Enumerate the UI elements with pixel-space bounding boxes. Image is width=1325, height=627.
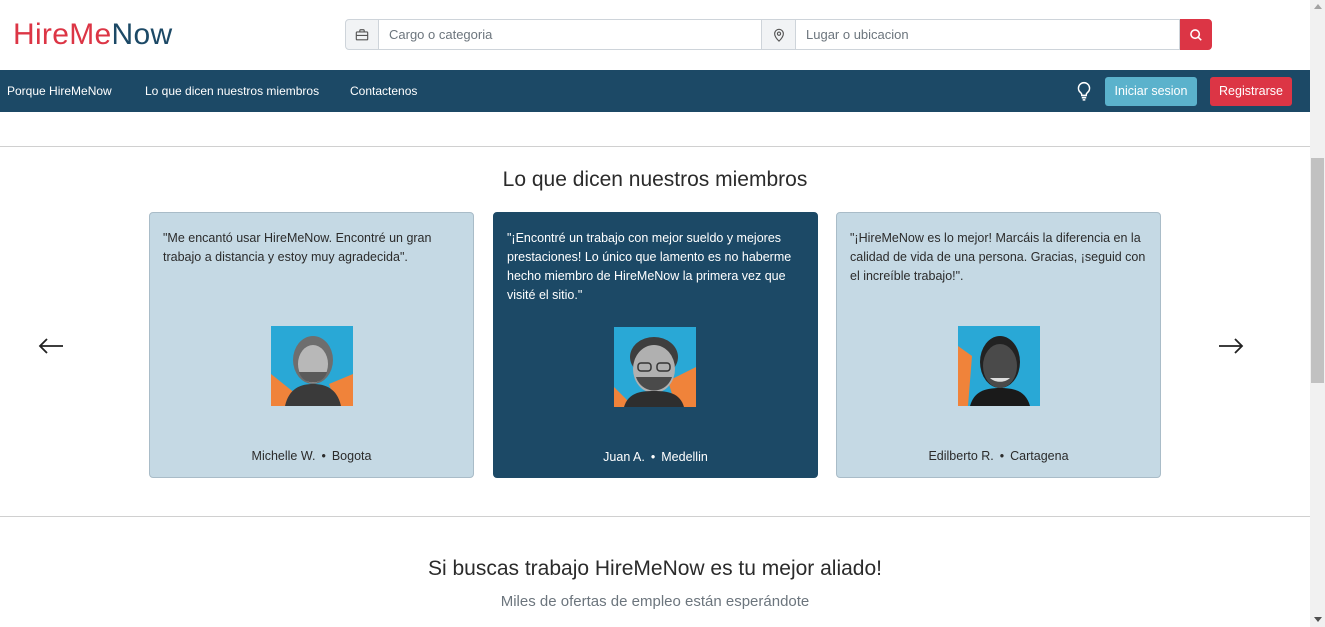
testimonial-quote: "Me encantó usar HireMeNow. Encontré un … xyxy=(163,231,432,264)
job-search-input[interactable] xyxy=(379,19,762,50)
avatar xyxy=(614,327,696,407)
scroll-down-arrow-icon[interactable] xyxy=(1314,617,1322,622)
arrow-left-icon[interactable] xyxy=(38,336,64,356)
separator-dot: • xyxy=(321,449,326,463)
search-icon xyxy=(1190,28,1202,41)
separator-dot: • xyxy=(650,450,656,464)
nav-item-contacto[interactable]: Contactenos xyxy=(350,70,417,112)
author-name: Michelle W. xyxy=(251,449,316,463)
logo-part-now: Now xyxy=(111,18,173,51)
author-name: Edilberto R. xyxy=(928,449,994,463)
cta-subtitle: Miles de ofertas de empleo están esperán… xyxy=(500,593,810,610)
testimonial-quote: "¡Encontré un trabajo con mejor sueldo y… xyxy=(507,231,792,302)
testimonial-card-active: "¡Encontré un trabajo con mejor sueldo y… xyxy=(493,212,818,478)
logo-part-me: Me xyxy=(69,18,112,51)
login-button[interactable]: Iniciar sesion xyxy=(1105,77,1197,106)
section-divider xyxy=(0,516,1310,517)
page-scrollbar[interactable] xyxy=(1310,0,1325,627)
testimonial-author: Michelle W. • Bogota xyxy=(150,449,473,463)
nav-item-testimonios[interactable]: Lo que dicen nuestros miembros xyxy=(145,70,319,112)
arrow-right-icon[interactable] xyxy=(1218,336,1244,356)
separator-dot: • xyxy=(999,449,1005,463)
testimonial-card: "¡HireMeNow es lo mejor! Marcáis la dife… xyxy=(836,212,1161,478)
avatar xyxy=(958,326,1040,406)
author-city: Medellin xyxy=(661,450,708,464)
avatar xyxy=(271,326,353,406)
briefcase-icon xyxy=(345,19,379,50)
testimonial-quote: "¡HireMeNow es lo mejor! Marcáis la dife… xyxy=(850,231,1146,283)
lightbulb-icon[interactable] xyxy=(1075,81,1093,101)
author-city: Cartagena xyxy=(1010,449,1069,463)
location-pin-icon xyxy=(762,19,796,50)
main-nav: Porque HireMeNow Lo que dicen nuestros m… xyxy=(0,70,1310,112)
testimonials-title: Lo que dicen nuestros miembros xyxy=(502,168,808,191)
logo-part-hire: Hire xyxy=(13,18,70,51)
testimonial-author: Juan A. • Medellin xyxy=(494,450,817,464)
brand-logo[interactable]: HireMeNow xyxy=(13,16,172,54)
location-search-input[interactable] xyxy=(796,19,1180,50)
testimonial-card: "Me encantó usar HireMeNow. Encontré un … xyxy=(149,212,474,478)
header: HireMeNow xyxy=(0,0,1310,70)
section-divider xyxy=(0,146,1310,147)
register-button[interactable]: Registrarse xyxy=(1210,77,1292,106)
author-city: Bogota xyxy=(331,449,372,463)
author-name: Juan A. xyxy=(603,450,645,464)
scroll-thumb[interactable] xyxy=(1311,158,1324,383)
testimonial-author: Edilberto R. • Cartagena xyxy=(837,449,1160,463)
cta-title: Si buscas trabajo HireMeNow es tu mejor … xyxy=(427,557,883,580)
scroll-up-arrow-icon[interactable] xyxy=(1314,4,1322,9)
nav-item-porque[interactable]: Porque HireMeNow xyxy=(7,70,112,112)
search-button[interactable] xyxy=(1180,19,1212,50)
search-bar xyxy=(345,19,1212,50)
